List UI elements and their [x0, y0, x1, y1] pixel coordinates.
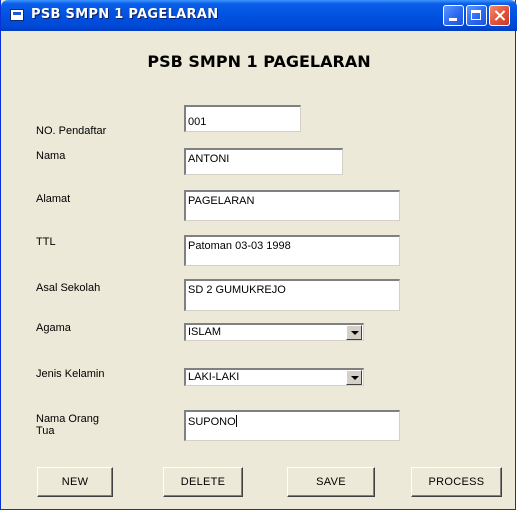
label-alamat: Alamat — [36, 193, 71, 205]
jenis-kelamin-selected-value: LAKI-LAKI — [188, 371, 240, 383]
label-jenis-kelamin: Jenis Kelamin — [36, 368, 105, 380]
label-nama-orang-tua-line2: Tua — [36, 425, 55, 437]
close-icon[interactable] — [489, 5, 510, 26]
nama-orang-tua-value: SUPONO — [188, 416, 236, 428]
label-ttl: TTL — [36, 236, 56, 248]
label-asal-sekolah: Asal Sekolah — [36, 282, 101, 294]
process-button[interactable]: PROCESS — [411, 467, 502, 497]
agama-selected-value: ISLAM — [188, 326, 222, 338]
chevron-down-icon[interactable] — [346, 325, 362, 340]
delete-button[interactable]: DELETE — [163, 467, 243, 497]
no-pendaftar-field[interactable]: 001 — [184, 105, 301, 132]
window-title: PSB SMPN 1 PAGELARAN — [31, 7, 219, 22]
title-bar[interactable]: PSB SMPN 1 PAGELARAN — [1, 0, 517, 31]
alamat-field[interactable]: PAGELARAN — [184, 190, 400, 221]
label-nama: Nama — [36, 150, 66, 162]
label-agama: Agama — [36, 322, 71, 334]
form-heading: PSB SMPN 1 PAGELARAN — [147, 52, 371, 71]
app-window: PSB SMPN 1 PAGELARAN PSB SMPN 1 PAGELARA… — [0, 0, 517, 510]
nama-orang-tua-field[interactable]: SUPONO — [184, 410, 400, 441]
text-caret — [235, 415, 237, 427]
label-no-pendaftar: NO. Pendaftar — [36, 125, 107, 137]
new-button[interactable]: NEW — [37, 467, 113, 497]
app-window-icon[interactable] — [10, 9, 24, 21]
jenis-kelamin-select[interactable]: LAKI-LAKI — [184, 368, 364, 386]
label-nama-orang-tua: Nama Orang Tua — [36, 413, 99, 437]
asal-sekolah-field[interactable]: SD 2 GUMUKREJO — [184, 279, 400, 311]
nama-field[interactable]: ANTONI — [184, 148, 343, 175]
agama-select[interactable]: ISLAM — [184, 323, 364, 341]
chevron-down-icon[interactable] — [346, 370, 362, 385]
save-button[interactable]: SAVE — [287, 467, 375, 497]
minimize-icon[interactable] — [443, 5, 464, 26]
ttl-field[interactable]: Patoman 03-03 1998 — [184, 235, 400, 266]
label-nama-orang-tua-line1: Nama Orang — [36, 413, 99, 425]
maximize-icon[interactable] — [466, 5, 487, 26]
